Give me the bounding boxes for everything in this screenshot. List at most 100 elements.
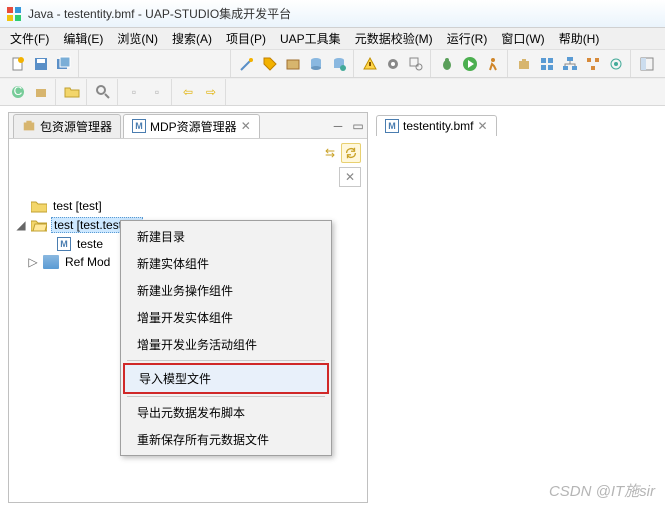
editor-area: M testentity.bmf ✕: [372, 112, 665, 503]
tab-label: 包资源管理器: [40, 118, 112, 135]
menu-window[interactable]: 窗口(W): [495, 28, 550, 49]
new-pkg-button[interactable]: [30, 81, 52, 103]
field-button[interactable]: [605, 53, 627, 75]
run-person-icon: [485, 56, 501, 72]
menu-separator: [127, 360, 325, 361]
field-icon: [608, 56, 624, 72]
editor-tab-label: testentity.bmf: [403, 119, 473, 133]
diagram-icon: [562, 56, 578, 72]
toolbar-primary: [0, 50, 665, 78]
folder-open-icon: [64, 84, 80, 100]
box-button[interactable]: [282, 53, 304, 75]
database-icon: [308, 56, 324, 72]
menu-edit[interactable]: 编辑(E): [57, 28, 109, 49]
menu-new-bizop[interactable]: 新建业务操作组件: [123, 277, 329, 304]
search-icon: [95, 84, 111, 100]
inspect-button[interactable]: [405, 53, 427, 75]
editor-tab[interactable]: M testentity.bmf ✕: [376, 115, 497, 136]
menu-metadata[interactable]: 元数据校验(M): [349, 28, 439, 49]
pkg-button[interactable]: [513, 53, 535, 75]
new-class-icon: C: [10, 84, 26, 100]
nav-back-button[interactable]: ⇦: [177, 81, 199, 103]
save-button[interactable]: [30, 53, 52, 75]
app-logo-icon: [6, 6, 22, 22]
model-file-icon: M: [57, 237, 71, 251]
menu-browse[interactable]: 浏览(N): [111, 28, 164, 49]
link-editor-icon[interactable]: ⇆: [325, 146, 335, 160]
refresh-button[interactable]: [341, 143, 361, 163]
gear-button[interactable]: [382, 53, 404, 75]
menu-inc-entity[interactable]: 增量开发实体组件: [123, 304, 329, 331]
menu-export-md[interactable]: 导出元数据发布脚本: [123, 399, 329, 426]
new-button[interactable]: [7, 53, 29, 75]
debug-button[interactable]: [436, 53, 458, 75]
menu-file[interactable]: 文件(F): [4, 28, 55, 49]
view-close-row: ✕: [9, 167, 367, 191]
minimize-view-button[interactable]: ─: [329, 117, 347, 135]
expand-icon[interactable]: ◢: [15, 218, 27, 232]
nav-fwd-button[interactable]: ⇨: [200, 81, 222, 103]
run-ext-button[interactable]: [482, 53, 504, 75]
menu-resave[interactable]: 重新保存所有元数据文件: [123, 426, 329, 453]
wand-button[interactable]: [236, 53, 258, 75]
new-doc-icon: [10, 56, 26, 72]
package-explorer-icon: [22, 119, 36, 133]
toggle-icon: ▫: [155, 85, 159, 99]
play-icon: [462, 56, 478, 72]
menu-project[interactable]: 项目(P): [220, 28, 272, 49]
view-toolbar: ⇆: [9, 139, 367, 167]
new-package-icon: [33, 84, 49, 100]
package-icon: [516, 56, 532, 72]
maximize-view-button[interactable]: ▭: [349, 117, 367, 135]
close-tab-icon[interactable]: ✕: [477, 119, 487, 133]
expand-icon[interactable]: ▷: [27, 255, 39, 269]
db2-button[interactable]: [328, 53, 350, 75]
refresh-icon: [344, 146, 358, 160]
gear-icon: [385, 56, 401, 72]
menu-run[interactable]: 运行(R): [441, 28, 494, 49]
run-button[interactable]: [459, 53, 481, 75]
save-all-button[interactable]: [53, 53, 75, 75]
tree-item-test[interactable]: test [test]: [13, 197, 363, 215]
box-icon: [285, 56, 301, 72]
menu-help[interactable]: 帮助(H): [553, 28, 606, 49]
save-all-icon: [56, 56, 72, 72]
menubar: 文件(F) 编辑(E) 浏览(N) 搜索(A) 项目(P) UAP工具集 元数据…: [0, 28, 665, 50]
diag-button[interactable]: [559, 53, 581, 75]
grid-button[interactable]: [536, 53, 558, 75]
tree-label: Ref Mod: [63, 255, 112, 269]
folder-open-icon: [31, 218, 47, 232]
bug-icon: [439, 56, 455, 72]
toggle-b-button[interactable]: ▫: [146, 81, 168, 103]
folder-icon: [31, 199, 47, 213]
menu-new-dir[interactable]: 新建目录: [123, 223, 329, 250]
db-button[interactable]: [305, 53, 327, 75]
warning-icon: [362, 56, 378, 72]
menu-import-model[interactable]: 导入模型文件: [123, 363, 329, 394]
struct-icon: [585, 56, 601, 72]
tab-pkg-explorer[interactable]: 包资源管理器: [13, 114, 121, 138]
workspace: 包资源管理器 M MDP资源管理器 ✕ ─ ▭ ⇆ ✕ test [test: [0, 106, 665, 509]
persp-button[interactable]: [636, 53, 658, 75]
warn-button[interactable]: [359, 53, 381, 75]
toggle-a-button[interactable]: ▫: [123, 81, 145, 103]
menu-search[interactable]: 搜索(A): [166, 28, 218, 49]
close-tab-icon[interactable]: ✕: [241, 119, 251, 133]
context-menu: 新建目录 新建实体组件 新建业务操作组件 增量开发实体组件 增量开发业务活动组件…: [120, 220, 332, 456]
struct-button[interactable]: [582, 53, 604, 75]
open-type-button[interactable]: [61, 81, 83, 103]
new-class-button[interactable]: C: [7, 81, 29, 103]
window-titlebar: Java - testentity.bmf - UAP-STUDIO集成开发平台: [0, 0, 665, 28]
menu-uaptools[interactable]: UAP工具集: [274, 28, 347, 49]
menu-separator: [127, 396, 325, 397]
arrow-left-icon: ⇦: [183, 85, 193, 99]
tag-button[interactable]: [259, 53, 281, 75]
arrow-right-icon: ⇨: [206, 85, 216, 99]
database-sync-icon: [331, 56, 347, 72]
menu-inc-bizact[interactable]: 增量开发业务活动组件: [123, 331, 329, 358]
view-close-button[interactable]: ✕: [339, 167, 361, 187]
search2-button[interactable]: [92, 81, 114, 103]
tab-label: MDP资源管理器: [150, 118, 237, 135]
tab-mdp-explorer[interactable]: M MDP资源管理器 ✕: [123, 114, 260, 138]
menu-new-entity[interactable]: 新建实体组件: [123, 250, 329, 277]
